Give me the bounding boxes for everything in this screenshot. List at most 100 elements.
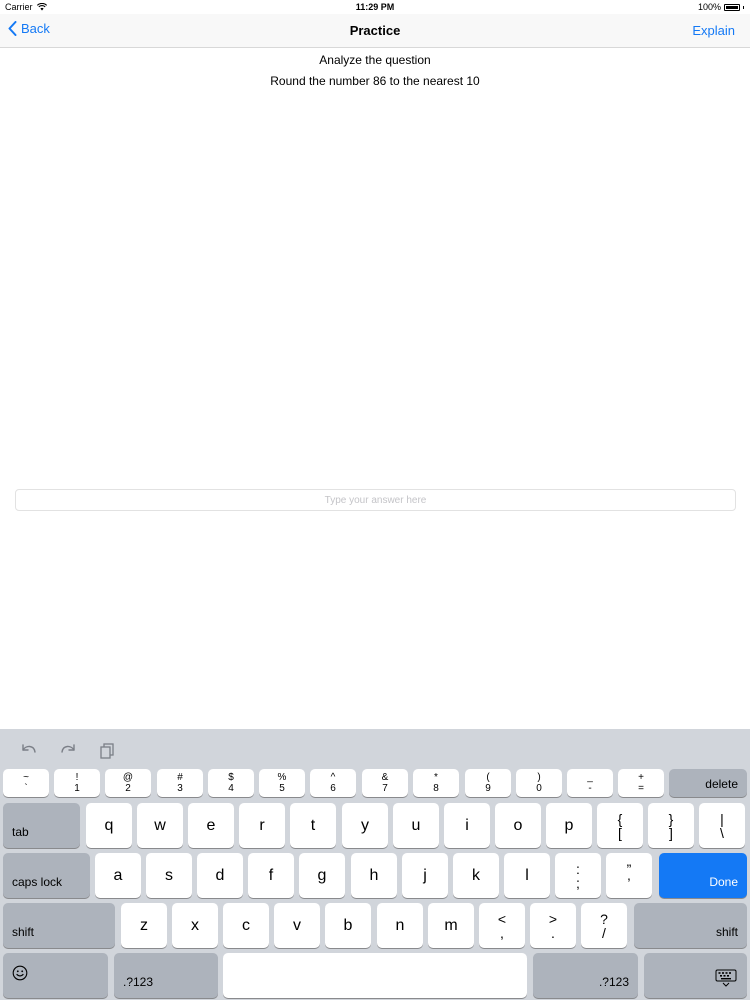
key-bottom-label: 0 [536,783,542,794]
key-z[interactable]: z [121,903,167,948]
symbol-key[interactable]: ”’ [606,853,652,898]
number-key[interactable]: * 8 [413,769,459,797]
symbol-key[interactable]: }] [648,803,694,848]
done-key[interactable]: Done [659,853,747,898]
key-top-label: + [638,772,644,783]
key-label: Done [709,875,738,889]
number-key[interactable]: & 7 [362,769,408,797]
key-x[interactable]: x [172,903,218,948]
key-f[interactable]: f [248,853,294,898]
number-key[interactable]: % 5 [259,769,305,797]
number-key[interactable]: (9 [465,769,511,797]
key-label: e [206,816,216,834]
key-label: a [113,866,123,884]
key-h[interactable]: h [351,853,397,898]
key-bottom-label: ] [669,824,673,841]
emoji-key[interactable] [3,953,108,998]
tab-key[interactable]: tab [3,803,80,848]
key-top-label: > [548,910,558,927]
space-bar[interactable] [223,953,527,998]
question-prompt: Analyze the question [319,53,431,67]
shift-right-key[interactable]: shift [634,903,747,948]
key-stack: :; [576,862,580,890]
key-label: caps lock [12,875,63,889]
number-key[interactable]: ^ 6 [310,769,356,797]
key-top-label: @ [122,772,134,783]
number-key[interactable]: _ - [567,769,613,797]
key-a[interactable]: a [95,853,141,898]
key-d[interactable]: d [197,853,243,898]
key-y[interactable]: y [342,803,388,848]
answer-input[interactable] [15,489,736,511]
symbol-key[interactable]: :; [555,853,601,898]
symbol-key[interactable]: ? / [581,903,627,948]
key-m[interactable]: m [428,903,474,948]
key-stack: (9 [485,772,491,794]
undo-icon[interactable] [19,741,39,759]
dismiss-keyboard-key[interactable] [644,953,747,998]
number-key[interactable]: ! 1 [54,769,100,797]
key-w[interactable]: w [137,803,183,848]
key-label: shift [715,925,738,939]
key-e[interactable]: e [188,803,234,848]
symbol-key[interactable]: | \ [699,803,745,848]
symbol-key[interactable]: >. [530,903,576,948]
keyboard-toolbar [0,729,750,769]
shift-left-key[interactable]: shift [3,903,115,948]
numbers-key-left[interactable]: .?123 [114,953,218,998]
key-label: b [343,916,353,934]
key-j[interactable]: j [402,853,448,898]
caps-lock-key[interactable]: caps lock [3,853,90,898]
key-label: l [525,866,529,884]
key-c[interactable]: c [223,903,269,948]
key-bottom-label: 7 [382,783,388,794]
number-key[interactable]: @2 [105,769,151,797]
key-top-label: ! [75,772,79,783]
number-key[interactable]: $4 [208,769,254,797]
symbol-key[interactable]: <, [479,903,525,948]
paste-icon[interactable] [98,741,118,759]
key-bottom-label: / [602,924,606,941]
key-q[interactable]: q [86,803,132,848]
key-l[interactable]: l [504,853,550,898]
key-bottom-label: 5 [279,783,285,794]
question-text: Round the number 86 to the nearest 10 [270,74,480,88]
number-key[interactable]: #3 [157,769,203,797]
delete-key[interactable]: delete [669,769,747,797]
key-label: r [259,816,265,834]
key-top-label: ^ [330,772,336,783]
key-label: .?123 [598,975,629,989]
number-key[interactable]: ) 0 [516,769,562,797]
key-stack: & 7 [382,772,389,794]
key-u[interactable]: u [393,803,439,848]
key-top-label: _ [587,772,593,783]
battery-tip [743,5,744,9]
key-p[interactable]: p [546,803,592,848]
number-key[interactable]: + = [618,769,664,797]
key-t[interactable]: t [290,803,336,848]
key-label: tab [12,825,29,839]
key-bottom-label: [ [618,824,622,841]
key-r[interactable]: r [239,803,285,848]
key-label: t [310,816,316,834]
redo-icon[interactable] [58,741,78,759]
key-b[interactable]: b [325,903,371,948]
key-stack: @2 [123,772,133,794]
status-time: 11:29 PM [355,2,395,12]
key-i[interactable]: i [444,803,490,848]
key-label: m [444,916,458,934]
key-stack: _ - [587,772,593,794]
key-o[interactable]: o [495,803,541,848]
key-n[interactable]: n [377,903,423,948]
explain-button[interactable]: Explain [692,23,735,38]
emoji-icon [12,965,28,986]
symbol-key[interactable]: {[ [597,803,643,848]
numbers-key-right[interactable]: .?123 [533,953,638,998]
key-k[interactable]: k [453,853,499,898]
key-stack: <, [498,912,506,940]
key-v[interactable]: v [274,903,320,948]
key-g[interactable]: g [299,853,345,898]
key-bottom-label: 2 [125,783,131,794]
key-s[interactable]: s [146,853,192,898]
number-key[interactable]: ~ ` [3,769,49,797]
